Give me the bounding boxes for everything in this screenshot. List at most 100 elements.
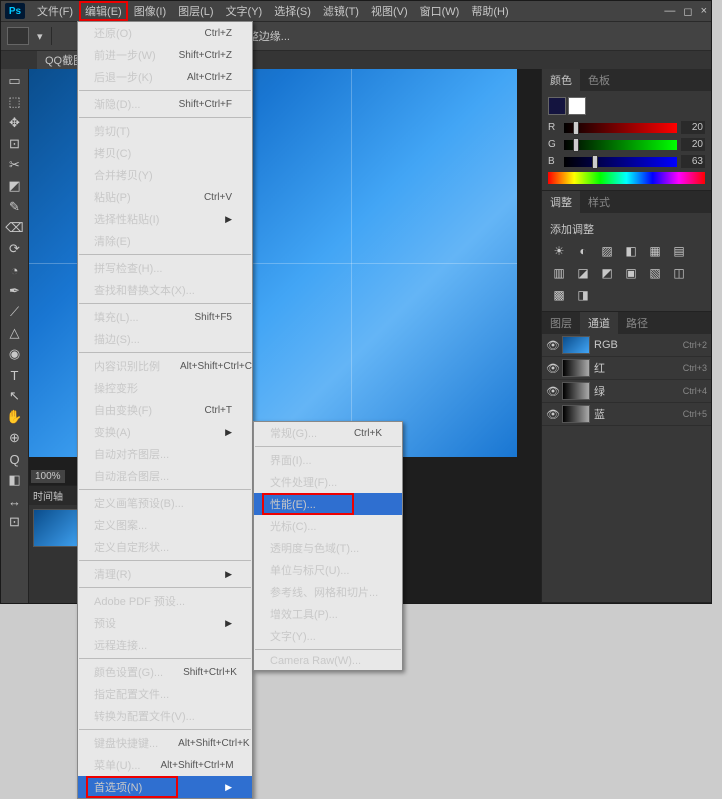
tool-button[interactable]: △	[4, 323, 26, 343]
adjustment-icon[interactable]: ◫	[670, 265, 688, 281]
tool-button[interactable]: ⊡	[4, 512, 26, 532]
menu-item[interactable]: 菜单(U)...Alt+Shift+Ctrl+M	[78, 754, 252, 776]
r-slider[interactable]	[564, 123, 677, 133]
channel-row[interactable]: 👁蓝Ctrl+5	[542, 403, 711, 426]
color-panel-tab[interactable]: 颜色	[542, 69, 580, 91]
menu-item[interactable]: Adobe PDF 预设...	[78, 590, 252, 612]
menu-item[interactable]: 文字(Y)...	[254, 625, 402, 647]
menu-2[interactable]: 图像(I)	[128, 1, 172, 21]
b-slider[interactable]	[564, 157, 677, 167]
styles-panel-tab[interactable]: 样式	[580, 191, 618, 213]
tool-button[interactable]: T	[4, 365, 26, 385]
adjustment-icon[interactable]: ◧	[622, 243, 640, 259]
tool-button[interactable]: ⟋	[4, 302, 26, 322]
adjustment-icon[interactable]: ◐	[574, 243, 592, 259]
menu-item[interactable]: 变换(A)▶	[78, 421, 252, 443]
layers-panel-tab[interactable]: 图层	[542, 312, 580, 334]
menu-1[interactable]: 编辑(E)	[79, 1, 128, 21]
tool-button[interactable]: ⊕	[4, 428, 26, 448]
g-value[interactable]: 20	[681, 138, 705, 151]
channels-panel-tab[interactable]: 通道	[580, 312, 618, 334]
tool-button[interactable]: ◔	[4, 260, 26, 280]
channel-row[interactable]: 👁RGBCtrl+2	[542, 334, 711, 357]
tool-button[interactable]: ⊡	[4, 134, 26, 154]
tool-button[interactable]: ◧	[4, 470, 26, 490]
tool-button[interactable]: ⟳	[4, 239, 26, 259]
menu-item[interactable]: 光标(C)...	[254, 515, 402, 537]
tool-button[interactable]: Q	[4, 449, 26, 469]
menu-item[interactable]: 颜色设置(G)...Shift+Ctrl+K	[78, 661, 252, 683]
tool-button[interactable]: ⌫	[4, 218, 26, 238]
tool-button[interactable]: ✒	[4, 281, 26, 301]
adjustments-panel-tab[interactable]: 调整	[542, 191, 580, 213]
r-value[interactable]: 20	[681, 121, 705, 134]
menu-item[interactable]: 转换为配置文件(V)...	[78, 705, 252, 727]
menu-item[interactable]: 文件处理(F)...	[254, 471, 402, 493]
menu-item[interactable]: 预设▶	[78, 612, 252, 634]
menu-item[interactable]: 前进一步(W)Shift+Ctrl+Z	[78, 44, 252, 66]
background-swatch[interactable]	[568, 97, 586, 115]
adjustment-icon[interactable]: ◩	[598, 265, 616, 281]
foreground-swatch[interactable]	[548, 97, 566, 115]
visibility-icon[interactable]: 👁	[546, 339, 558, 352]
menu-3[interactable]: 图层(L)	[172, 1, 219, 21]
swatches-panel-tab[interactable]: 色板	[580, 69, 618, 91]
menu-6[interactable]: 滤镜(T)	[317, 1, 365, 21]
menu-item[interactable]: 性能(E)...	[254, 493, 402, 515]
menu-item[interactable]: 界面(I)...	[254, 449, 402, 471]
tool-preset-swatch[interactable]	[7, 27, 29, 45]
menu-item[interactable]: 填充(L)...Shift+F5	[78, 306, 252, 328]
channel-row[interactable]: 👁红Ctrl+3	[542, 357, 711, 380]
tool-button[interactable]: ↔	[4, 491, 26, 511]
menu-item[interactable]: 定义图案...	[78, 514, 252, 536]
menu-item[interactable]: 粘贴(P)Ctrl+V	[78, 186, 252, 208]
adjustment-icon[interactable]: ▩	[550, 287, 568, 303]
menu-item[interactable]: 远程连接...	[78, 634, 252, 656]
maximize-button[interactable]: ◻	[683, 5, 692, 18]
menu-item[interactable]: 后退一步(K)Alt+Ctrl+Z	[78, 66, 252, 88]
tool-button[interactable]: ◉	[4, 344, 26, 364]
menu-item[interactable]: 透明度与色域(T)...	[254, 537, 402, 559]
menu-item[interactable]: 自由变换(F)Ctrl+T	[78, 399, 252, 421]
minimize-button[interactable]: —	[664, 5, 675, 18]
menu-item[interactable]: 选择性粘贴(I)▶	[78, 208, 252, 230]
menu-item[interactable]: 增效工具(P)...	[254, 603, 402, 625]
adjustment-icon[interactable]: ◨	[574, 287, 592, 303]
menu-item[interactable]: 常规(G)...Ctrl+K	[254, 422, 402, 444]
opt-dropdown-icon[interactable]: ▾	[37, 30, 43, 43]
menu-5[interactable]: 选择(S)	[268, 1, 317, 21]
color-spectrum[interactable]	[548, 172, 705, 184]
adjustment-icon[interactable]: ▣	[622, 265, 640, 281]
menu-item[interactable]: 首选项(N)▶	[78, 776, 252, 798]
g-slider[interactable]	[564, 140, 677, 150]
adjustment-icon[interactable]: ▨	[598, 243, 616, 259]
tool-button[interactable]: ✂	[4, 155, 26, 175]
menu-item[interactable]: 单位与标尺(U)...	[254, 559, 402, 581]
menu-item[interactable]: 参考线、网格和切片...	[254, 581, 402, 603]
menu-7[interactable]: 视图(V)	[365, 1, 414, 21]
adjustment-icon[interactable]: ◪	[574, 265, 592, 281]
menu-item[interactable]: 键盘快捷键...Alt+Shift+Ctrl+K	[78, 732, 252, 754]
menu-4[interactable]: 文字(Y)	[220, 1, 269, 21]
menu-0[interactable]: 文件(F)	[31, 1, 79, 21]
adjustment-icon[interactable]: ▤	[670, 243, 688, 259]
menu-item[interactable]: Camera Raw(W)...	[254, 652, 402, 670]
adjustment-icon[interactable]: ▧	[646, 265, 664, 281]
tool-button[interactable]: ⬚	[4, 92, 26, 112]
tool-button[interactable]: ✎	[4, 197, 26, 217]
visibility-icon[interactable]: 👁	[546, 408, 558, 421]
menu-item[interactable]: 指定配置文件...	[78, 683, 252, 705]
adjustment-icon[interactable]: ▦	[646, 243, 664, 259]
paths-panel-tab[interactable]: 路径	[618, 312, 656, 334]
tool-button[interactable]: ◩	[4, 176, 26, 196]
close-button[interactable]: ×	[701, 5, 707, 18]
adjustment-icon[interactable]: ▥	[550, 265, 568, 281]
tool-button[interactable]: ↖	[4, 386, 26, 406]
menu-item[interactable]: 还原(O)Ctrl+Z	[78, 22, 252, 44]
visibility-icon[interactable]: 👁	[546, 362, 558, 375]
menu-item[interactable]: 定义画笔预设(B)...	[78, 492, 252, 514]
channel-row[interactable]: 👁绿Ctrl+4	[542, 380, 711, 403]
menu-item[interactable]: 清理(R)▶	[78, 563, 252, 585]
b-value[interactable]: 63	[681, 155, 705, 168]
menu-8[interactable]: 窗口(W)	[414, 1, 466, 21]
